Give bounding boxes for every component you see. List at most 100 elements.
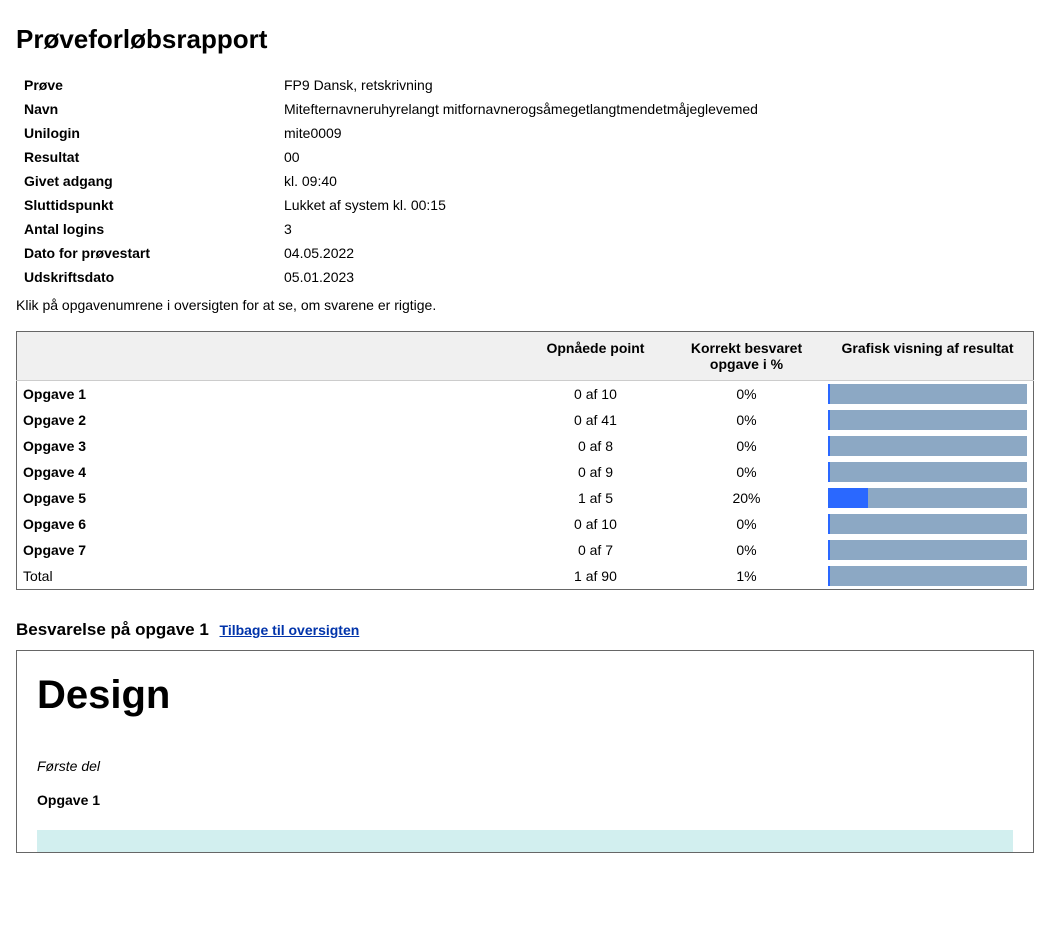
instruction-text: Klik på opgavenumrene i oversigten for a…	[16, 297, 1034, 313]
points-cell: 1 af 90	[520, 563, 671, 590]
meta-row-result: Resultat 00	[24, 145, 1034, 169]
meta-label-print-date: Udskriftsdato	[24, 269, 284, 285]
meta-row-start-date: Dato for prøvestart 04.05.2022	[24, 241, 1034, 265]
back-to-overview-link[interactable]: Tilbage til oversigten	[220, 622, 360, 638]
header-percent: Korrekt besvaret opgave i %	[671, 332, 822, 381]
percent-cell: 0%	[671, 459, 822, 485]
answer-section-header: Besvarelse på opgave 1 Tilbage til overs…	[16, 620, 1034, 640]
bar-cell	[822, 511, 1033, 537]
bar-fill	[828, 384, 830, 404]
meta-table: Prøve FP9 Dansk, retskrivning Navn Mitef…	[24, 73, 1034, 289]
bar-outer	[828, 384, 1027, 404]
bar-cell	[822, 381, 1033, 408]
table-row: Opgave 60 af 100%	[17, 511, 1034, 537]
table-row: Opgave 30 af 80%	[17, 433, 1034, 459]
meta-value-start-date: 04.05.2022	[284, 245, 1034, 261]
header-points: Opnåede point	[520, 332, 671, 381]
answer-box: Design Første del Opgave 1	[16, 650, 1034, 853]
meta-row-access: Givet adgang kl. 09:40	[24, 169, 1034, 193]
table-row: Opgave 70 af 70%	[17, 537, 1034, 563]
percent-cell: 0%	[671, 511, 822, 537]
percent-cell: 0%	[671, 537, 822, 563]
bar-fill	[828, 488, 868, 508]
answer-header-text: Besvarelse på opgave 1	[16, 620, 209, 639]
bar-cell	[822, 537, 1033, 563]
meta-value-logins: 3	[284, 221, 1034, 237]
task-link: Total	[17, 563, 520, 590]
bar-outer	[828, 566, 1027, 586]
table-row: Opgave 51 af 520%	[17, 485, 1034, 511]
meta-value-print-date: 05.01.2023	[284, 269, 1034, 285]
meta-value-access: kl. 09:40	[284, 173, 1034, 189]
table-row: Opgave 40 af 90%	[17, 459, 1034, 485]
content-strip	[37, 830, 1013, 852]
bar-fill	[828, 410, 830, 430]
header-task	[17, 332, 520, 381]
meta-row-end: Sluttidspunkt Lukket af system kl. 00:15	[24, 193, 1034, 217]
meta-row-name: Navn Mitefternavneruhyrelangt mitfornavn…	[24, 97, 1034, 121]
meta-label-access: Givet adgang	[24, 173, 284, 189]
bar-fill	[828, 566, 830, 586]
bar-cell	[822, 563, 1033, 590]
meta-label-logins: Antal logins	[24, 221, 284, 237]
bar-fill	[828, 514, 830, 534]
bar-outer	[828, 436, 1027, 456]
meta-label-result: Resultat	[24, 149, 284, 165]
bar-fill	[828, 540, 830, 560]
task-link[interactable]: Opgave 6	[17, 511, 520, 537]
points-cell: 0 af 10	[520, 511, 671, 537]
meta-label-name: Navn	[24, 101, 284, 117]
points-cell: 0 af 7	[520, 537, 671, 563]
points-cell: 0 af 8	[520, 433, 671, 459]
meta-label-unilogin: Unilogin	[24, 125, 284, 141]
bar-cell	[822, 407, 1033, 433]
task-link[interactable]: Opgave 5	[17, 485, 520, 511]
task-label: Opgave 1	[37, 792, 1013, 808]
meta-label-start-date: Dato for prøvestart	[24, 245, 284, 261]
percent-cell: 0%	[671, 407, 822, 433]
task-link[interactable]: Opgave 2	[17, 407, 520, 433]
points-cell: 1 af 5	[520, 485, 671, 511]
points-cell: 0 af 9	[520, 459, 671, 485]
results-table: Opnåede point Korrekt besvaret opgave i …	[16, 331, 1034, 590]
meta-value-result: 00	[284, 149, 1034, 165]
meta-row-unilogin: Unilogin mite0009	[24, 121, 1034, 145]
bar-outer	[828, 410, 1027, 430]
table-row: Total1 af 901%	[17, 563, 1034, 590]
percent-cell: 0%	[671, 381, 822, 408]
header-graph: Grafisk visning af resultat	[822, 332, 1033, 381]
meta-row-print-date: Udskriftsdato 05.01.2023	[24, 265, 1034, 289]
bar-cell	[822, 459, 1033, 485]
bar-cell	[822, 433, 1033, 459]
meta-value-name: Mitefternavneruhyrelangt mitfornavnerogs…	[284, 101, 1034, 117]
task-link[interactable]: Opgave 3	[17, 433, 520, 459]
percent-cell: 20%	[671, 485, 822, 511]
points-cell: 0 af 41	[520, 407, 671, 433]
meta-value-unilogin: mite0009	[284, 125, 1034, 141]
meta-row-exam: Prøve FP9 Dansk, retskrivning	[24, 73, 1034, 97]
percent-cell: 1%	[671, 563, 822, 590]
design-heading: Design	[37, 673, 1013, 718]
part-label: Første del	[37, 758, 1013, 774]
table-row: Opgave 10 af 100%	[17, 381, 1034, 408]
meta-label-end: Sluttidspunkt	[24, 197, 284, 213]
task-link[interactable]: Opgave 4	[17, 459, 520, 485]
meta-label-exam: Prøve	[24, 77, 284, 93]
bar-outer	[828, 514, 1027, 534]
meta-value-end: Lukket af system kl. 00:15	[284, 197, 1034, 213]
results-header-row: Opnåede point Korrekt besvaret opgave i …	[17, 332, 1034, 381]
task-link[interactable]: Opgave 7	[17, 537, 520, 563]
percent-cell: 0%	[671, 433, 822, 459]
bar-cell	[822, 485, 1033, 511]
meta-row-logins: Antal logins 3	[24, 217, 1034, 241]
bar-fill	[828, 462, 830, 482]
task-link[interactable]: Opgave 1	[17, 381, 520, 408]
bar-outer	[828, 540, 1027, 560]
points-cell: 0 af 10	[520, 381, 671, 408]
table-row: Opgave 20 af 410%	[17, 407, 1034, 433]
bar-outer	[828, 462, 1027, 482]
bar-fill	[828, 436, 830, 456]
meta-value-exam: FP9 Dansk, retskrivning	[284, 77, 1034, 93]
bar-outer	[828, 488, 1027, 508]
page-title: Prøveforløbsrapport	[16, 24, 1034, 55]
